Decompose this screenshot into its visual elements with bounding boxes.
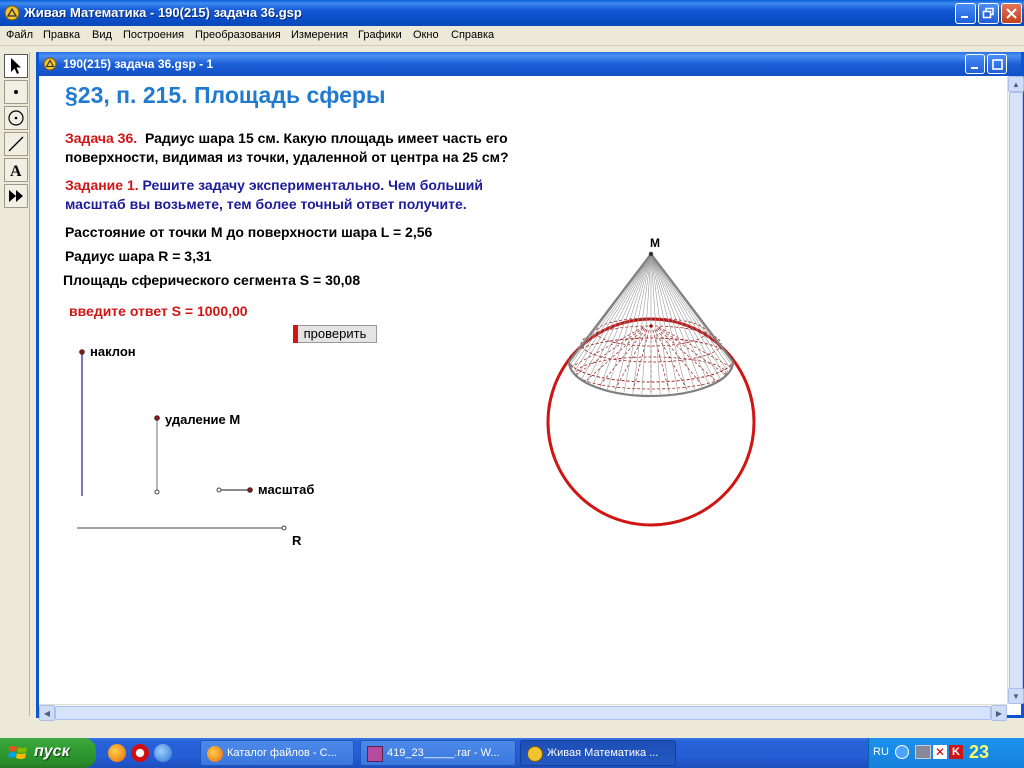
maximize-icon (991, 58, 1003, 70)
tray-arrow-icon[interactable] (895, 745, 909, 759)
system-tray: RU ✕ K 23 (868, 738, 1024, 768)
task-label-live-math: Живая Математика ... (547, 747, 659, 759)
firefox-icon[interactable] (108, 744, 126, 762)
task-label-catalog: Каталог файлов - С... (227, 747, 337, 759)
arrow-icon (11, 58, 21, 74)
sketch-canvas[interactable]: §23, п. 215. Площадь сферы Задача 36. Ра… (39, 76, 1007, 704)
scale-slider-label: масштаб (258, 482, 314, 497)
antivirus-icon[interactable]: ✕ (933, 745, 947, 759)
clock[interactable]: 23 (969, 742, 989, 763)
window-titlebar[interactable]: Живая Математика - 190(215) задача 36.gs… (0, 0, 1024, 26)
document-window: 190(215) задача 36.gsp - 1 §23, п. 215. … (36, 52, 1024, 721)
geometry-figure: наклон удаление М масштаб R M (77, 236, 756, 548)
compass-tool[interactable] (4, 106, 28, 130)
menu-help[interactable]: Справка (451, 29, 494, 41)
taskbar: пуск Каталог файлов - С... 419_23_____.r… (0, 738, 1024, 768)
svg-text:A: A (10, 163, 22, 179)
custom-tool[interactable] (4, 184, 28, 208)
task-file-catalog[interactable]: Каталог файлов - С... (200, 740, 354, 766)
scale-slider-base (216, 487, 222, 493)
task-label-winrar: 419_23_____.rar - W... (387, 747, 500, 759)
vertical-scrollbar[interactable]: ▲ ▼ (1007, 76, 1024, 704)
firefox-task-icon (207, 746, 223, 762)
vertical-scroll-thumb[interactable] (1009, 92, 1023, 692)
distance-slider-handle[interactable] (154, 415, 160, 421)
point-icon (14, 90, 18, 94)
menu-construct[interactable]: Построения (123, 29, 184, 41)
point-m-label: M (650, 236, 660, 250)
distance-slider-base (154, 489, 160, 495)
menu-graph[interactable]: Графики (358, 29, 402, 41)
start-label: пуск (34, 743, 70, 760)
scroll-left-button[interactable]: ◀ (39, 705, 55, 721)
scroll-right-button[interactable]: ▶ (991, 705, 1007, 721)
document-title: 190(215) задача 36.gsp - 1 (63, 57, 214, 71)
close-button[interactable] (1001, 3, 1022, 24)
radius-point-label: R (292, 533, 302, 548)
task-winrar[interactable]: 419_23_____.rar - W... (360, 740, 516, 766)
restore-button[interactable] (978, 3, 999, 24)
scroll-up-button[interactable]: ▲ (1008, 76, 1024, 92)
close-icon (1006, 8, 1017, 19)
minimize-icon (961, 16, 968, 18)
cap-top-point[interactable] (649, 324, 653, 328)
menu-edit[interactable]: Правка (43, 29, 80, 41)
menu-view[interactable]: Вид (92, 29, 112, 41)
horizontal-scrollbar[interactable]: ◀ ▶ (39, 704, 1007, 721)
network-icon[interactable] (915, 745, 931, 759)
live-math-task-icon (527, 746, 543, 762)
app-icon (4, 5, 20, 21)
k-app-icon[interactable]: K (949, 745, 963, 759)
tilt-slider-handle[interactable] (79, 349, 85, 355)
menu-bar: Файл Правка Вид Построения Преобразовани… (0, 26, 1024, 46)
window-title: Живая Математика - 190(215) задача 36.gs… (24, 5, 302, 20)
text-icon: A (10, 163, 22, 179)
windows-logo-icon (8, 746, 27, 759)
tilt-slider-label: наклон (90, 344, 136, 359)
document-titlebar[interactable]: 190(215) задача 36.gsp - 1 (39, 52, 1021, 76)
doc-maximize-button[interactable] (987, 54, 1007, 74)
minimize-button[interactable] (955, 3, 976, 24)
winrar-icon (367, 746, 383, 762)
straightedge-tool[interactable] (4, 132, 28, 156)
scale-slider-handle[interactable] (247, 487, 253, 493)
menu-file[interactable]: Файл (6, 29, 33, 41)
radius-point[interactable] (281, 525, 287, 531)
document-icon (43, 57, 57, 71)
arrow-tool[interactable] (4, 54, 28, 78)
search-icon[interactable] (154, 744, 172, 762)
opera-icon[interactable] (131, 744, 149, 762)
doc-minimize-button[interactable] (965, 54, 985, 74)
horizontal-scroll-thumb[interactable] (55, 706, 991, 720)
text-tool[interactable]: A (4, 158, 28, 182)
point-m[interactable] (648, 251, 654, 257)
compass-icon (8, 110, 24, 126)
start-button[interactable]: пуск (0, 738, 96, 768)
toolbox: A (2, 52, 30, 716)
minimize-icon (970, 66, 978, 69)
scroll-down-button[interactable]: ▼ (1008, 688, 1024, 704)
distance-slider-label: удаление М (165, 412, 240, 427)
menu-transform[interactable]: Преобразования (195, 29, 281, 41)
menu-window[interactable]: Окно (413, 29, 439, 41)
menu-measure[interactable]: Измерения (291, 29, 348, 41)
point-tool[interactable] (4, 80, 28, 104)
restore-icon (982, 7, 994, 19)
custom-tools-icon (9, 190, 23, 202)
language-indicator[interactable]: RU (873, 746, 889, 758)
task-live-math[interactable]: Живая Математика ... (520, 740, 676, 766)
line-icon (8, 136, 24, 152)
